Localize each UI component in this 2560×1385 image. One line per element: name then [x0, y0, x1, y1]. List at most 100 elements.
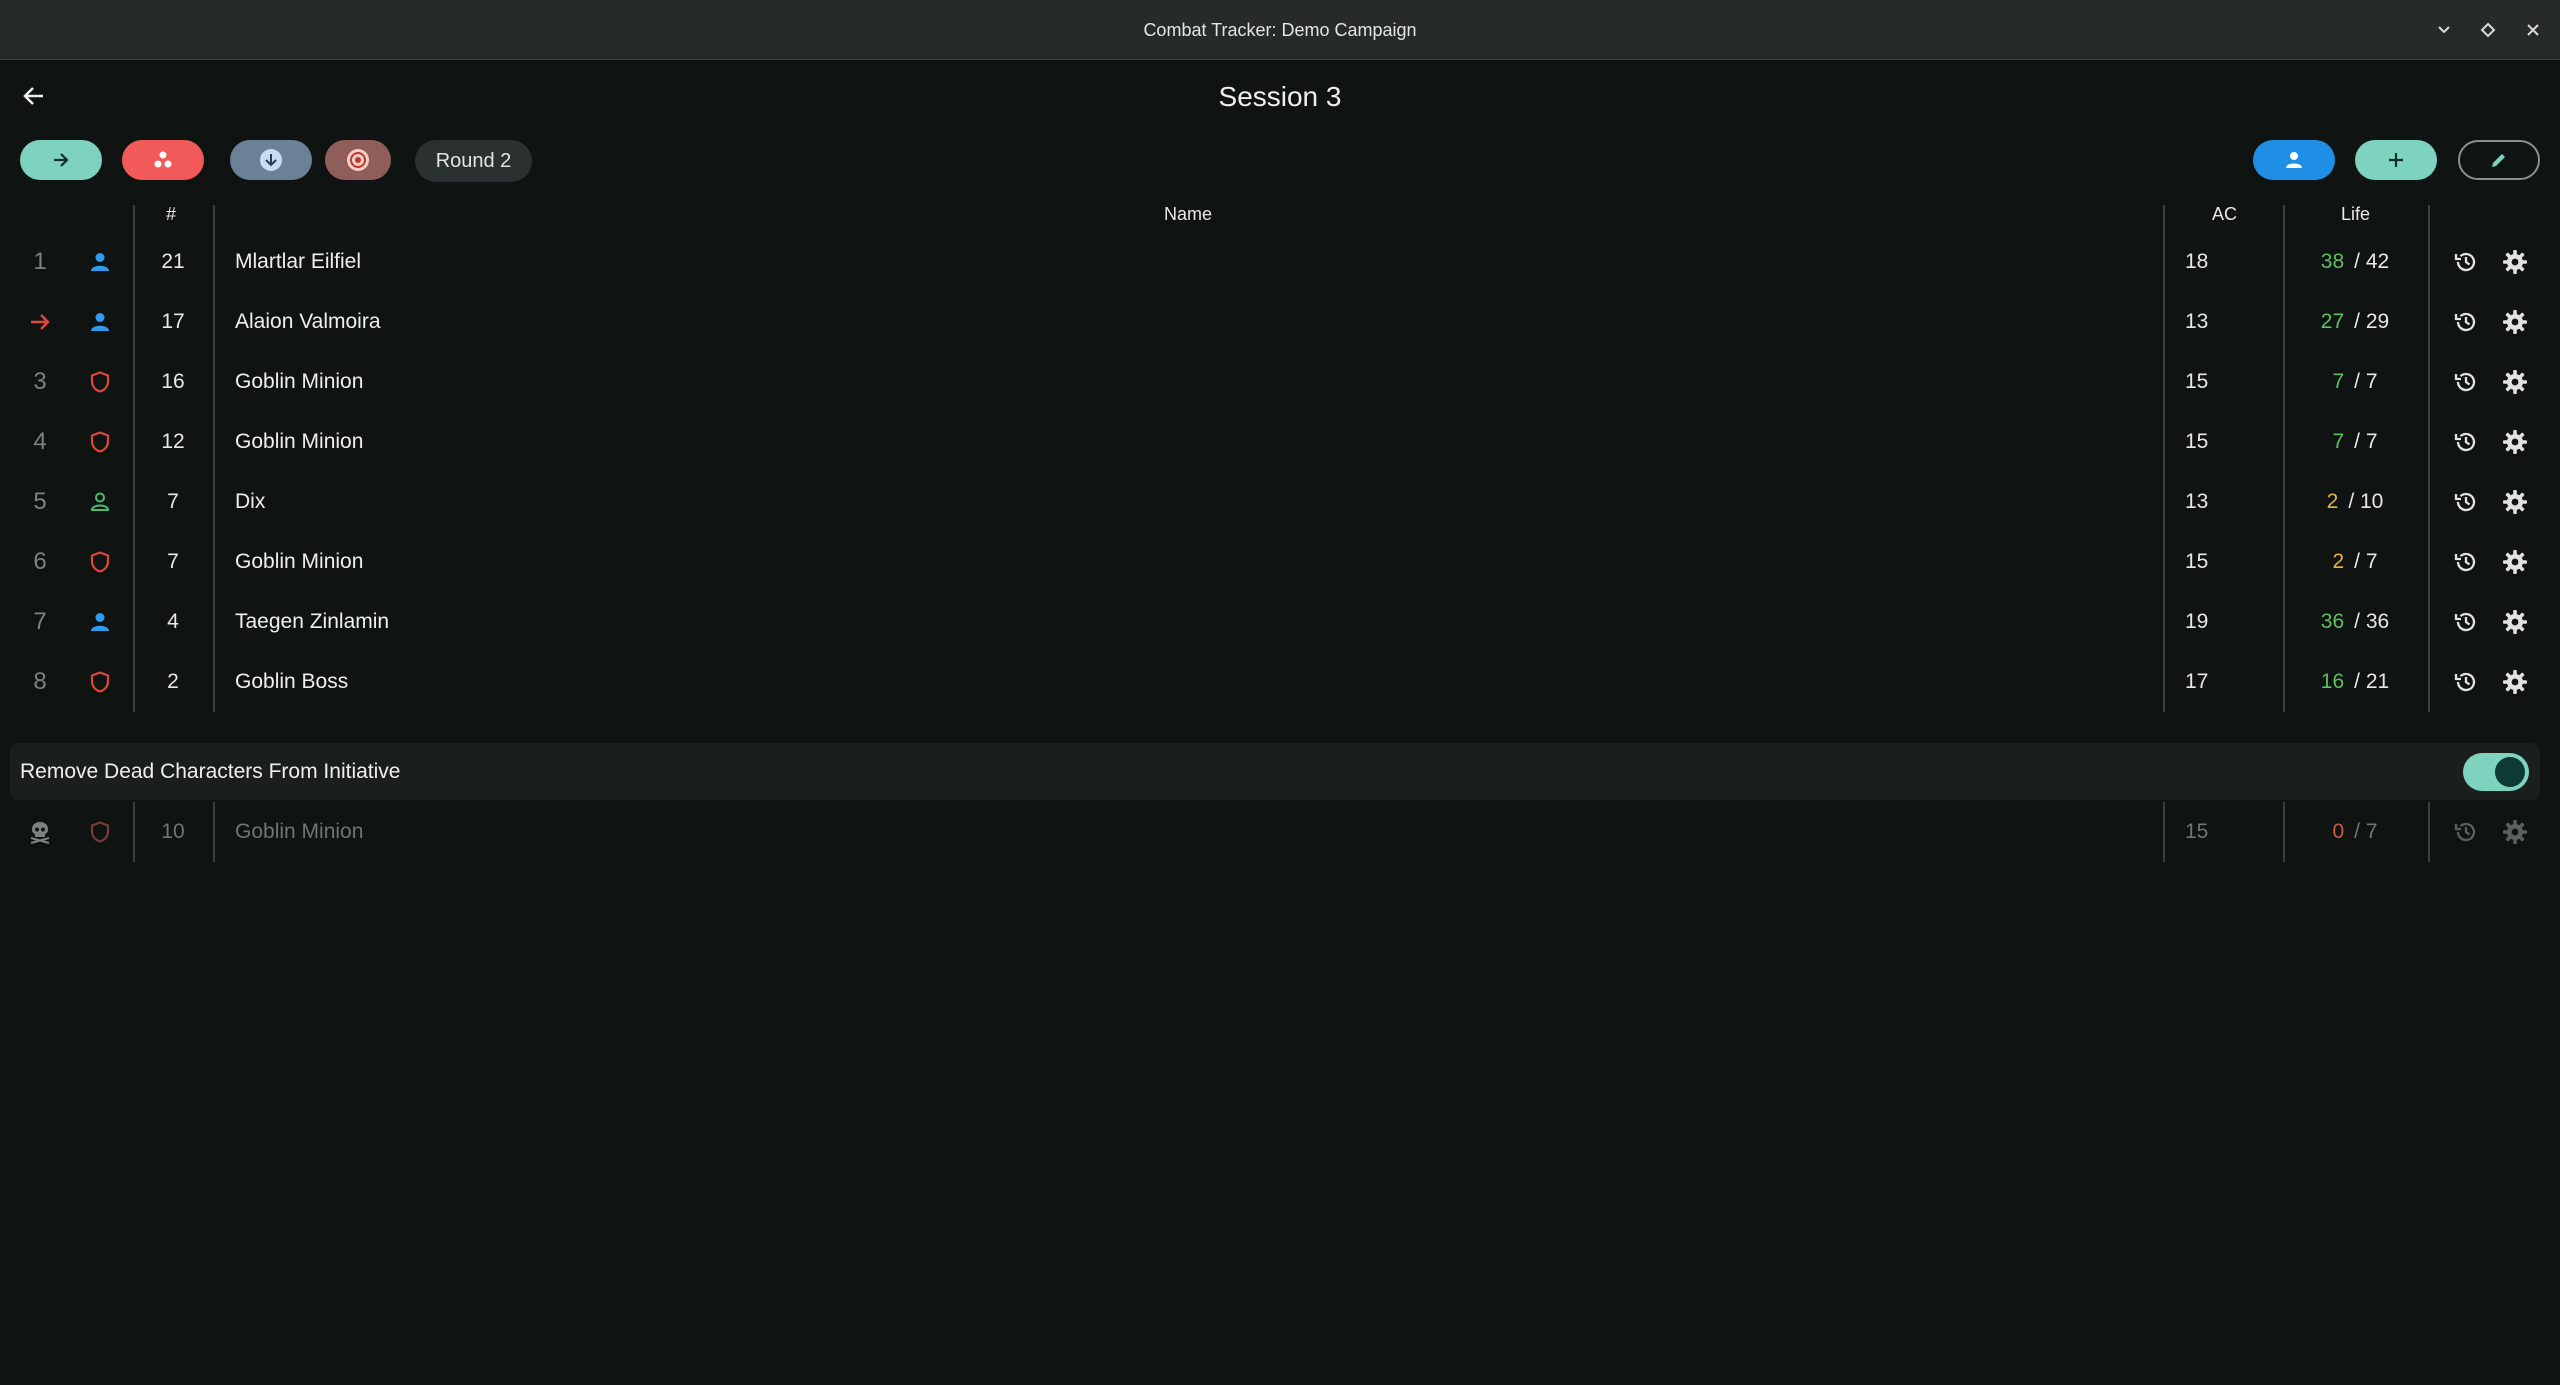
history-button[interactable]	[2448, 412, 2484, 472]
history-icon	[2454, 672, 2476, 692]
life-cell[interactable]: 16 / 21	[2290, 652, 2420, 712]
window-title: Combat Tracker: Demo Campaign	[1143, 20, 1417, 40]
life-cell[interactable]: 7 / 7	[2290, 412, 2420, 472]
character-name[interactable]: Goblin Minion	[235, 352, 2135, 412]
life-max: / 7	[2354, 550, 2378, 573]
history-icon	[2454, 252, 2476, 272]
row-type	[84, 412, 116, 472]
history-button[interactable]	[2448, 472, 2484, 532]
character-name[interactable]: Goblin Boss	[235, 652, 2135, 712]
initiative-value[interactable]: 10	[152, 802, 194, 862]
table-row[interactable]: 8 2 Goblin Boss 17 16 / 21	[0, 652, 2560, 712]
life-current: 27	[2320, 310, 2345, 333]
history-button[interactable]	[2448, 652, 2484, 712]
next-turn-button[interactable]	[20, 140, 102, 180]
life-cell[interactable]: 2 / 10	[2290, 472, 2420, 532]
life-cell[interactable]: 38 / 42	[2290, 232, 2420, 292]
row-type	[84, 592, 116, 652]
life-cell[interactable]: 0 / 7	[2290, 802, 2420, 862]
life-cell[interactable]: 7 / 7	[2290, 352, 2420, 412]
person-icon	[2286, 152, 2302, 168]
column-header-life[interactable]: Life	[2341, 204, 2370, 225]
initiative-value[interactable]: 7	[152, 472, 194, 532]
settings-button[interactable]	[2497, 232, 2533, 292]
history-button[interactable]	[2448, 352, 2484, 412]
life-max: / 42	[2354, 250, 2390, 273]
character-name[interactable]: Alaion Valmoira	[235, 292, 2135, 352]
group-initiative-button[interactable]	[122, 140, 204, 180]
life-max: / 36	[2354, 610, 2390, 633]
column-header-ac[interactable]: AC	[2212, 204, 2237, 225]
group-dots-icon	[154, 151, 172, 168]
settings-button[interactable]	[2497, 412, 2533, 472]
maximize-button[interactable]	[2472, 14, 2504, 46]
character-name[interactable]: Taegen Zinlamin	[235, 592, 2135, 652]
initiative-value[interactable]: 7	[152, 532, 194, 592]
life-current: 0	[2332, 820, 2345, 843]
monster-shield-icon	[90, 551, 110, 573]
life-cell[interactable]: 36 / 36	[2290, 592, 2420, 652]
history-button[interactable]	[2448, 802, 2484, 862]
character-name[interactable]: Goblin Minion	[235, 412, 2135, 472]
character-name[interactable]: Mlartlar Eilfiel	[235, 232, 2135, 292]
table-row[interactable]: 6 7 Goblin Minion 15 2 / 7	[0, 532, 2560, 592]
edit-button[interactable]	[2458, 140, 2540, 180]
initiative-value[interactable]: 4	[152, 592, 194, 652]
character-name[interactable]: Dix	[235, 472, 2135, 532]
player-person-icon	[91, 613, 109, 631]
column-header-name[interactable]: Name	[1164, 204, 1212, 225]
settings-button[interactable]	[2497, 532, 2533, 592]
life-current: 7	[2332, 430, 2345, 453]
row-order: 7	[33, 608, 47, 635]
history-button[interactable]	[2448, 592, 2484, 652]
history-button[interactable]	[2448, 232, 2484, 292]
monster-shield-icon	[90, 371, 110, 393]
character-name[interactable]: Goblin Minion	[235, 802, 2135, 862]
table-row[interactable]: 3 16 Goblin Minion 15 7 / 7	[0, 352, 2560, 412]
initiative-value[interactable]: 21	[152, 232, 194, 292]
column-header-init[interactable]: #	[166, 204, 176, 225]
initiative-value[interactable]: 16	[152, 352, 194, 412]
armor-class-value: 13	[2185, 310, 2209, 333]
initiative-value[interactable]: 12	[152, 412, 194, 472]
row-order: 6	[33, 548, 47, 575]
table-row[interactable]: 1 21 Mlartlar Eilfiel 18 38 / 42	[0, 232, 2560, 292]
window-titlebar: Combat Tracker: Demo Campaign	[0, 0, 2560, 60]
sort-down-button[interactable]	[230, 140, 312, 180]
life-max: / 7	[2354, 820, 2378, 843]
table-row[interactable]: 5 7 Dix 13 2 / 10	[0, 472, 2560, 532]
page-title: Session 3	[1218, 81, 1342, 112]
gear-icon	[2503, 250, 2527, 274]
initiative-value[interactable]: 17	[152, 292, 194, 352]
npc-person-outline-icon	[90, 492, 110, 511]
skull-icon	[30, 822, 50, 844]
remove-dead-toggle[interactable]	[2463, 753, 2529, 791]
settings-button[interactable]	[2497, 802, 2533, 862]
table-row[interactable]: 10 Goblin Minion 15 0 / 7	[0, 802, 2560, 862]
life-cell[interactable]: 27 / 29	[2290, 292, 2420, 352]
history-icon	[2454, 372, 2476, 392]
table-row[interactable]: 4 12 Goblin Minion 15 7 / 7	[0, 412, 2560, 472]
initiative-value[interactable]: 2	[152, 652, 194, 712]
life-cell[interactable]: 2 / 7	[2290, 532, 2420, 592]
settings-button[interactable]	[2497, 652, 2533, 712]
settings-button[interactable]	[2497, 292, 2533, 352]
armor-class-value: 15	[2185, 820, 2209, 843]
history-icon	[2454, 612, 2476, 632]
close-window-button[interactable]	[2517, 14, 2549, 46]
target-button[interactable]	[325, 140, 391, 180]
settings-button[interactable]	[2497, 592, 2533, 652]
minimize-button[interactable]	[2428, 14, 2460, 46]
life-current: 2	[2332, 550, 2345, 573]
table-row[interactable]: 17 Alaion Valmoira 13 27 / 29	[0, 292, 2560, 352]
character-name[interactable]: Goblin Minion	[235, 532, 2135, 592]
history-button[interactable]	[2448, 292, 2484, 352]
settings-button[interactable]	[2497, 472, 2533, 532]
player-person-icon	[91, 313, 109, 331]
history-button[interactable]	[2448, 532, 2484, 592]
target-icon	[347, 149, 369, 171]
settings-button[interactable]	[2497, 352, 2533, 412]
table-row[interactable]: 7 4 Taegen Zinlamin 19 36 / 36	[0, 592, 2560, 652]
add-button[interactable]	[2355, 140, 2437, 180]
add-player-button[interactable]	[2253, 140, 2335, 180]
